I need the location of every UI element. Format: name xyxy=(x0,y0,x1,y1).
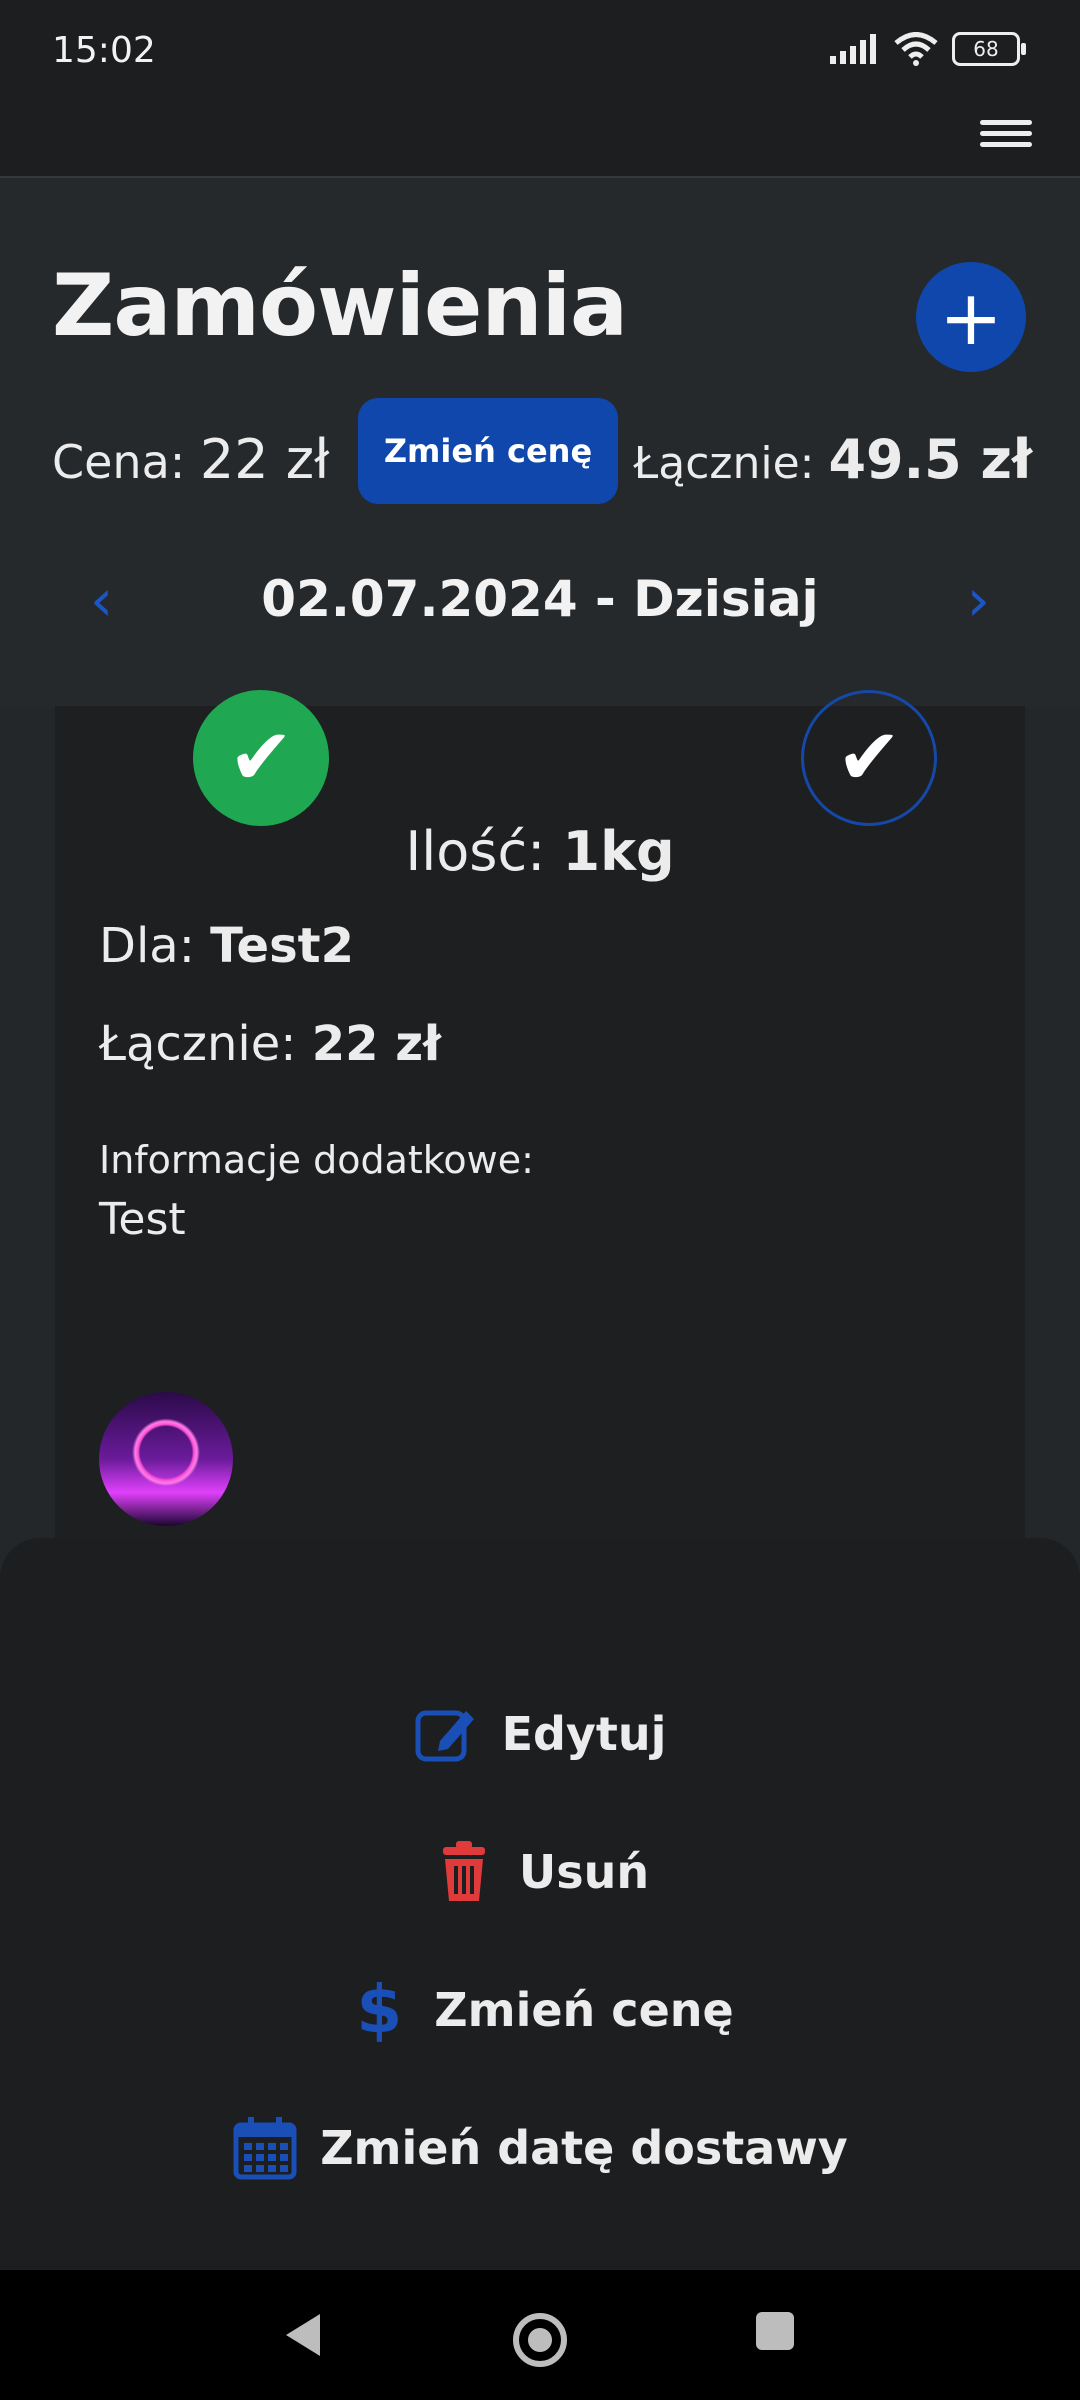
change-price-action[interactable]: $ Zmień cenę xyxy=(0,1970,1080,2050)
paid-check-icon[interactable]: ✔ xyxy=(193,690,329,826)
add-order-button[interactable]: + xyxy=(916,262,1026,372)
customer-label: Dla: xyxy=(99,918,195,974)
price-value: 22 zł xyxy=(199,428,330,491)
actions-bottom-sheet: Edytuj Usuń $ Zmień cenę Zmień datę dost… xyxy=(0,1538,1080,2272)
delete-action[interactable]: Usuń xyxy=(0,1832,1080,1912)
price-display: Cena: 22 zł xyxy=(52,428,329,491)
battery-icon: 68 xyxy=(952,32,1026,66)
next-day-chevron-icon[interactable]: › xyxy=(967,566,990,634)
order-total: Łącznie: 22 zł xyxy=(99,1016,441,1072)
status-time: 15:02 xyxy=(52,30,156,71)
status-icons: 68 xyxy=(828,32,1026,66)
total-value: 49.5 zł xyxy=(828,428,1032,491)
edit-action[interactable]: Edytuj xyxy=(0,1694,1080,1774)
change-price-label: Zmień cenę xyxy=(434,1983,734,2037)
status-bar: 15:02 68 xyxy=(0,0,1080,104)
total-label: Łącznie: xyxy=(633,438,815,489)
edit-icon xyxy=(415,1710,474,1762)
signal-icon xyxy=(830,34,876,64)
top-app-bar xyxy=(0,104,1080,179)
avatar[interactable] xyxy=(99,1392,233,1526)
additional-info-label: Informacje dodatkowe: xyxy=(99,1138,534,1182)
date-navigator: ‹ 02.07.2024 - Dzisiaj › xyxy=(0,558,1080,638)
change-delivery-date-action[interactable]: Zmień datę dostawy xyxy=(0,2108,1080,2188)
trash-icon xyxy=(442,1841,485,1901)
delete-label: Usuń xyxy=(518,1845,650,1899)
current-date: 02.07.2024 - Dzisiaj xyxy=(261,570,819,628)
order-quantity: Ilość: 1kg xyxy=(55,820,1025,883)
system-navigation-bar xyxy=(0,2270,1080,2400)
customer-value: Test2 xyxy=(210,918,354,974)
order-card: ✔ ✔ Ilość: 1kg Dla: Test2 Łącznie: 22 zł… xyxy=(55,690,1025,1606)
wifi-icon xyxy=(894,32,938,66)
home-icon[interactable] xyxy=(510,2310,570,2370)
quantity-label: Ilość: xyxy=(405,820,546,883)
order-customer: Dla: Test2 xyxy=(99,918,354,974)
price-label: Cena: xyxy=(52,435,186,489)
additional-info-value: Test xyxy=(99,1194,186,1245)
delivered-check-icon[interactable]: ✔ xyxy=(801,690,937,826)
back-icon[interactable] xyxy=(280,2310,326,2360)
dollar-icon: $ xyxy=(356,1971,403,2048)
page-title: Zamówienia xyxy=(52,256,628,356)
change-price-button[interactable]: Zmień cenę xyxy=(358,398,618,504)
edit-label: Edytuj xyxy=(501,1707,667,1761)
quantity-value: 1kg xyxy=(562,820,675,883)
total-display: Łącznie: 49.5 zł xyxy=(634,428,1033,491)
hamburger-menu-icon[interactable] xyxy=(980,114,1032,154)
price-row: Cena: 22 zł Zmień cenę Łącznie: 49.5 zł xyxy=(52,398,1032,508)
order-total-value: 22 zł xyxy=(311,1016,441,1072)
order-total-label: Łącznie: xyxy=(99,1016,297,1072)
recents-icon[interactable] xyxy=(754,2310,796,2352)
orders-header: Zamówienia + Cena: 22 zł Zmień cenę Łącz… xyxy=(0,178,1080,708)
calendar-icon xyxy=(233,2117,297,2180)
change-date-label: Zmień datę dostawy xyxy=(320,2121,848,2175)
